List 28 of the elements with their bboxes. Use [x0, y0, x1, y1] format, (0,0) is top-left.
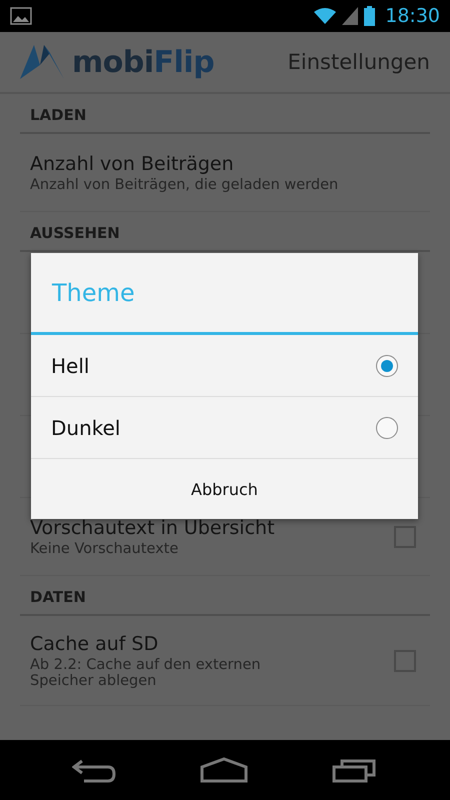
cancel-button[interactable]: Abbruch: [31, 459, 418, 519]
item-summary: Ab 2.2: Cache auf den externen Speicher ablegen: [30, 656, 262, 688]
recent-apps-icon[interactable]: [332, 757, 378, 783]
checkbox[interactable]: [394, 526, 416, 548]
option-label: Dunkel: [51, 416, 120, 440]
battery-icon: [364, 6, 376, 26]
item-title: Vorschautext in Übersicht: [30, 516, 276, 538]
option-label: Hell: [51, 354, 90, 378]
app-logo: mobiFlip: [72, 44, 214, 80]
signal-icon: [342, 7, 358, 25]
section-header: LADEN: [20, 94, 430, 134]
section-header: DATEN: [20, 576, 430, 616]
item-title: Cache auf SD: [30, 632, 160, 654]
checkbox[interactable]: [394, 650, 416, 672]
home-icon[interactable]: [200, 757, 248, 783]
clock: 18:30: [385, 5, 440, 27]
picture-icon: [10, 7, 32, 25]
logo-icon: [20, 45, 64, 79]
item-summary: Anzahl von Beiträgen, die geladen werden: [30, 176, 340, 192]
screen-title: Einstellungen: [288, 50, 430, 74]
back-icon[interactable]: [72, 757, 116, 783]
dialog-title: Theme: [31, 253, 418, 335]
radio-button[interactable]: [376, 416, 398, 438]
item-summary: Keine Vorschautexte: [30, 540, 180, 556]
theme-option[interactable]: Hell: [31, 335, 418, 397]
item-title: Anzahl von Beiträgen: [30, 152, 235, 174]
radio-button[interactable]: [376, 354, 398, 376]
wifi-icon: [314, 7, 336, 25]
